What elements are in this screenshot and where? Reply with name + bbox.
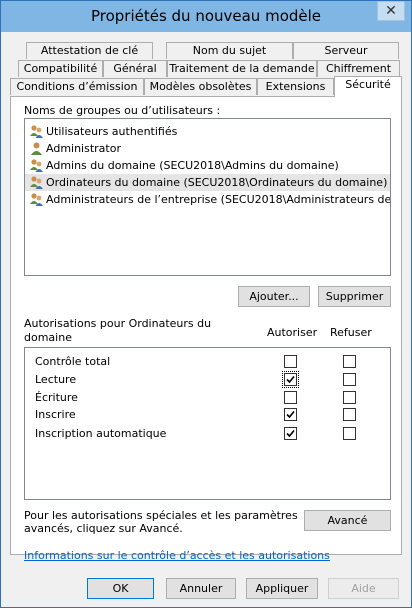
- allow-column-header: Autoriser: [267, 326, 318, 339]
- add-button[interactable]: Ajouter...: [238, 286, 310, 307]
- tab-securite[interactable]: Sécurité: [334, 76, 402, 97]
- permission-label-enroll: Inscrire: [35, 408, 76, 421]
- permissions-title-line1: Autorisations pour Ordinateurs du: [24, 317, 212, 330]
- tab-general[interactable]: Général: [103, 60, 167, 77]
- list-item[interactable]: Admins du domaine (SECU2018\Admins du do…: [25, 157, 390, 174]
- tab-attestation-de-cle[interactable]: Attestation de clé: [26, 42, 153, 59]
- allow-checkbox[interactable]: [284, 408, 297, 421]
- advanced-text-line2: avancés, cliquez sur Avancé.: [24, 522, 183, 535]
- deny-column-header: Refuser: [330, 326, 372, 339]
- allow-checkbox[interactable]: [284, 427, 297, 440]
- tab-serveur[interactable]: Serveur: [293, 42, 399, 59]
- deny-checkbox[interactable]: [343, 408, 356, 421]
- list-item-selected[interactable]: Ordinateurs du domaine (SECU2018\Ordinat…: [25, 174, 390, 191]
- deny-checkbox[interactable]: [343, 355, 356, 368]
- apply-button[interactable]: Appliquer: [246, 578, 318, 599]
- permission-label-write: Écriture: [35, 391, 78, 404]
- group-icon: [29, 175, 44, 190]
- permissions-title-line2: domaine: [24, 331, 72, 344]
- tab-compatibilite[interactable]: Compatibilité: [18, 60, 103, 77]
- tab-modeles-obsoletes[interactable]: Modèles obsolètes: [144, 78, 257, 95]
- permission-label-full-control: Contrôle total: [35, 355, 111, 368]
- list-item[interactable]: Administrator: [25, 140, 390, 157]
- groups-label: Noms de groupes ou d’utilisateurs :: [24, 104, 221, 117]
- checkmark-icon: [286, 375, 295, 384]
- permission-label-autoenroll: Inscription automatique: [35, 427, 167, 440]
- advanced-text-line1: Pour les autorisations spéciales et les …: [24, 509, 298, 522]
- properties-dialog: Propriétés du nouveau modèle ✕ Attestati…: [0, 0, 412, 608]
- permission-label-read: Lecture: [35, 373, 77, 386]
- list-item-label: Administrateurs de l’entreprise (SECU201…: [46, 193, 390, 206]
- allow-checkbox[interactable]: [284, 391, 297, 404]
- list-item-label: Utilisateurs authentifiés: [46, 125, 178, 138]
- title-bar[interactable]: Propriétés du nouveau modèle ✕: [1, 1, 411, 32]
- tab-nom-du-sujet[interactable]: Nom du sujet: [166, 42, 293, 59]
- close-button[interactable]: ✕: [377, 1, 405, 21]
- list-item-label: Ordinateurs du domaine (SECU2018\Ordinat…: [46, 176, 388, 189]
- remove-button[interactable]: Supprimer: [318, 286, 391, 307]
- tab-extensions[interactable]: Extensions: [257, 78, 334, 95]
- groups-list[interactable]: Utilisateurs authentifiés Administrator …: [24, 118, 391, 276]
- deny-checkbox[interactable]: [343, 427, 356, 440]
- checkmark-icon: [286, 429, 295, 438]
- tab-chiffrement[interactable]: Chiffrement: [317, 60, 400, 77]
- list-item-label: Administrator: [46, 142, 121, 155]
- window-title: Propriétés du nouveau modèle: [90, 7, 322, 25]
- group-icon: [29, 158, 44, 173]
- allow-checkbox[interactable]: [284, 355, 297, 368]
- tab-traitement-de-la-demande[interactable]: Traitement de la demande: [167, 60, 317, 77]
- cancel-button[interactable]: Annuler: [166, 578, 236, 599]
- tab-conditions-emission[interactable]: Conditions d’émission: [10, 78, 144, 95]
- help-button[interactable]: Aide: [328, 578, 399, 599]
- checkmark-icon: [286, 410, 295, 419]
- group-icon: [29, 192, 44, 207]
- allow-checkbox[interactable]: [282, 371, 299, 388]
- permissions-list: [24, 347, 391, 500]
- deny-checkbox[interactable]: [343, 391, 356, 404]
- advanced-button[interactable]: Avancé: [304, 510, 391, 531]
- ok-button[interactable]: OK: [87, 578, 154, 599]
- access-control-help-link[interactable]: Informations sur le contrôle d’accès et …: [24, 549, 330, 562]
- list-item[interactable]: Utilisateurs authentifiés: [25, 123, 390, 140]
- deny-checkbox[interactable]: [343, 373, 356, 386]
- user-icon: [29, 141, 44, 156]
- group-icon: [29, 124, 44, 139]
- list-item-label: Admins du domaine (SECU2018\Admins du do…: [46, 159, 339, 172]
- list-item[interactable]: Administrateurs de l’entreprise (SECU201…: [25, 191, 390, 208]
